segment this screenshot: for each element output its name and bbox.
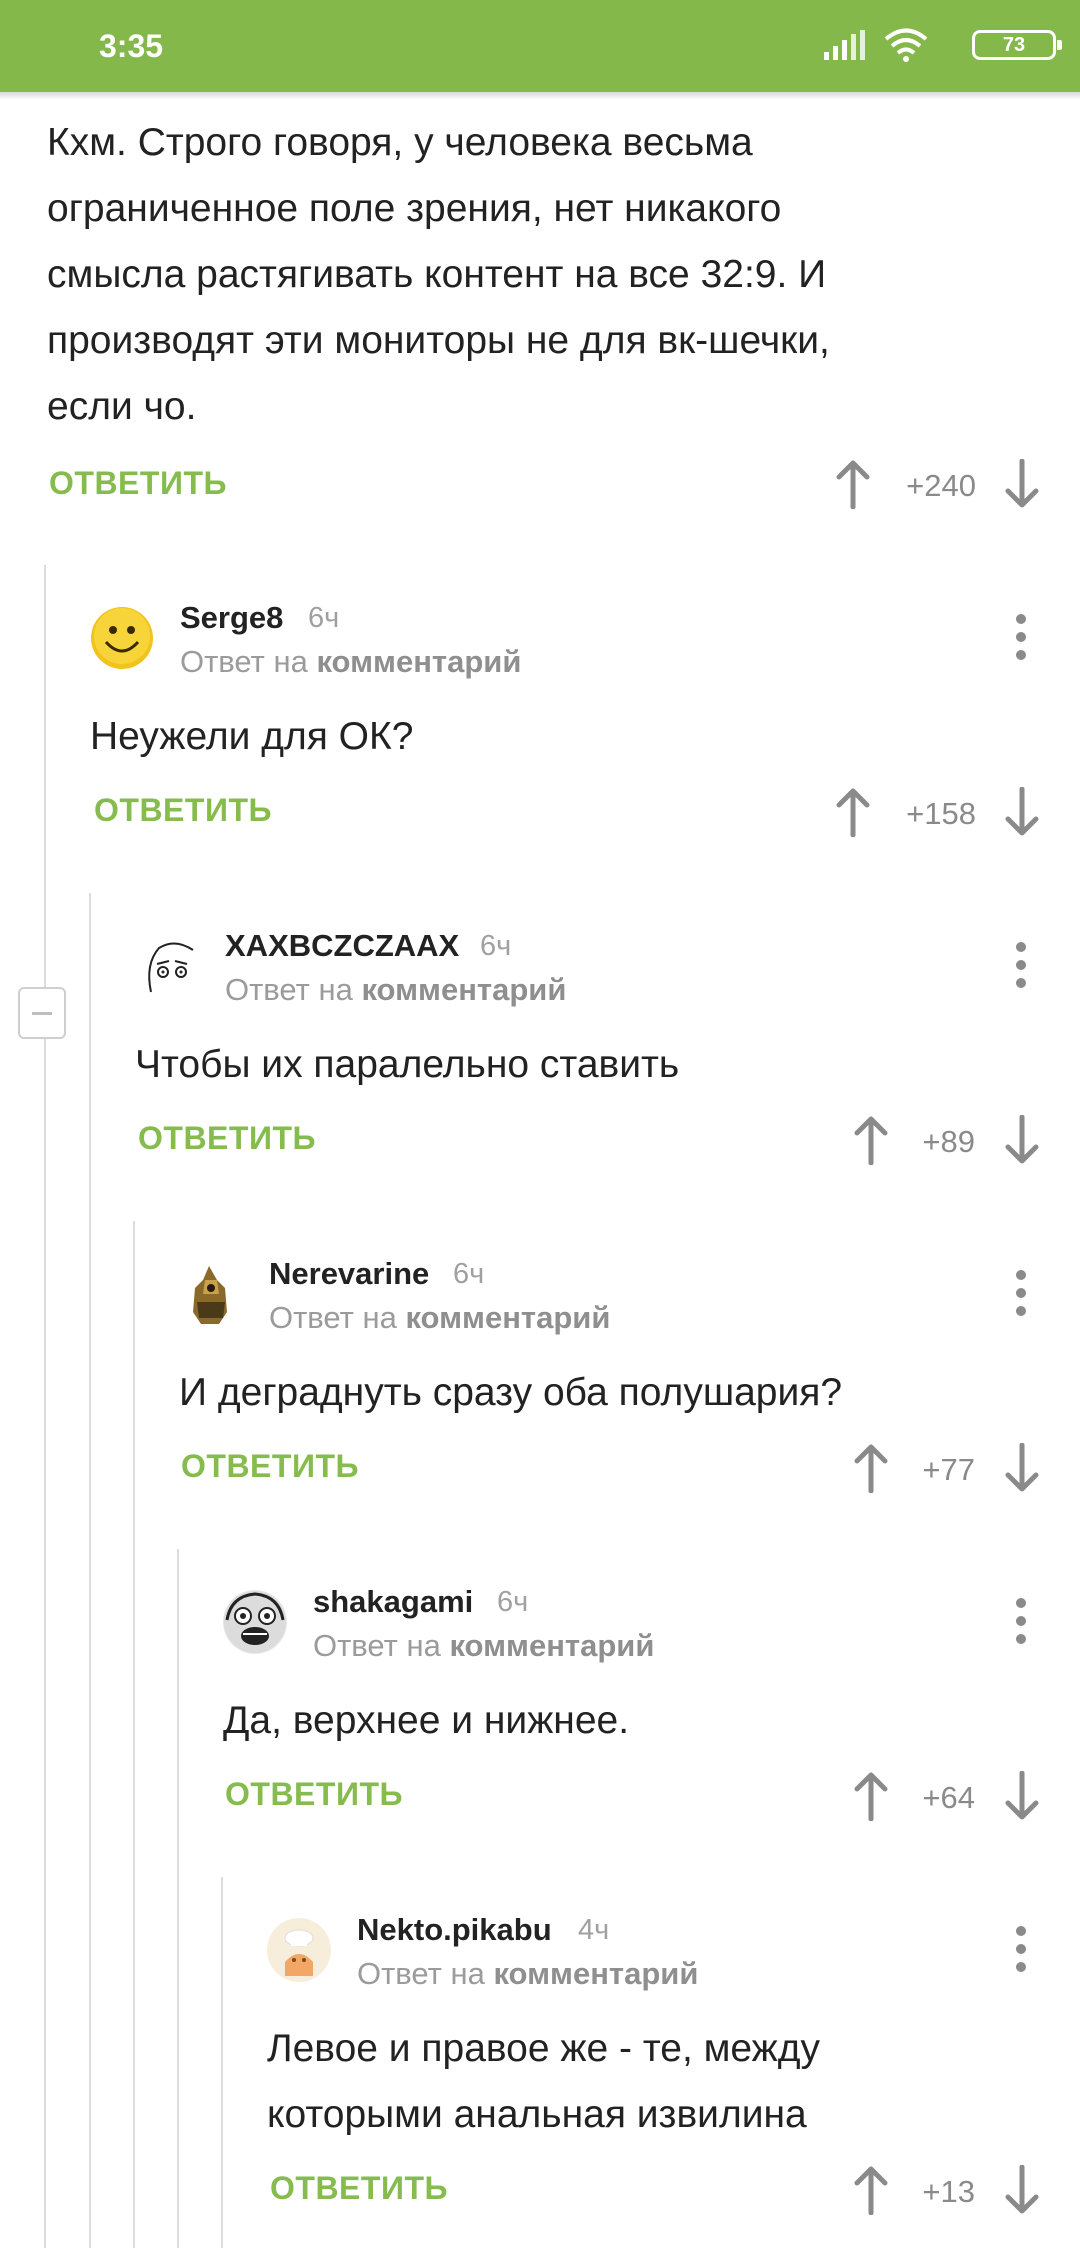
reply-button[interactable]: ОТВЕТИТЬ [138,1120,316,1157]
sketch-face-avatar[interactable] [135,934,199,998]
rating-count: +64 [922,1780,975,1815]
chef-avatar[interactable] [267,1918,331,1982]
thread-line [177,1549,179,2248]
username[interactable]: Nerevarine [269,1256,429,1292]
reply-prefix: Ответ на [269,1300,397,1335]
comment-text-line: И деградн­уть сразу оба полушария? [179,1371,843,1414]
status-bar: 3:35 73 [0,0,1080,92]
username[interactable]: Nekto.pikabu [357,1912,552,1948]
root-text-line: производят эти мониторы не для вк-шечки, [47,319,830,362]
downvote-icon[interactable] [1002,2165,1042,2215]
rating-count: +158 [906,796,976,831]
comment-time: 6ч [308,602,340,634]
downvote-icon[interactable] [1002,1443,1042,1493]
comment-text: Неужели для ОК? [90,704,413,770]
comment-text-line: Неужели для ОК? [90,715,414,758]
comment-text: Левое и правое же - те, между которыми а… [267,2016,820,2148]
collapse-thread-button[interactable] [18,987,66,1039]
reply-button[interactable]: ОТВЕТИТЬ [225,1776,403,1813]
comment-text-line: Левое и правое же - те, между [267,2027,821,2070]
armored-figure-avatar[interactable] [179,1262,243,1326]
comment-time: 4ч [578,1914,610,1946]
reply-button[interactable]: ОТВЕТИТЬ [94,792,272,829]
reply-button[interactable]: ОТВЕТИТЬ [270,2170,448,2207]
status-bar-shadow [0,92,1080,100]
comment: Nerevarine 6ч Ответ на комментарий И дег… [179,1256,1080,1522]
reply-button[interactable]: ОТВЕТИТЬ [49,465,227,502]
comment-text: Чтобы их паралельно ставить [135,1032,679,1098]
comment: Nekto.pikabu 4ч Ответ на комментарий Лев… [267,1912,1080,2238]
meme-face-avatar[interactable] [223,1590,287,1654]
rating-count: +77 [922,1452,975,1487]
root-text-line: Кхм. Строго говоря, у человека весьма [47,121,753,164]
thread-line [133,1221,135,2248]
more-options-icon[interactable] [1016,1598,1026,1644]
comment-text-line: Чтобы их паралельно ставить [135,1043,680,1086]
more-options-icon[interactable] [1016,1926,1026,1972]
reply-to-label: Ответ на комментарий [269,1300,610,1336]
comment: XAXBCZCZAAX 6ч Ответ на комментарий Чтоб… [135,928,1080,1194]
comment: shakagami 6ч Ответ на комментарий Да, ве… [223,1584,1080,1850]
thread-line [44,565,46,2248]
root-text-line: смысла растягивать контент на все 32:9. … [47,253,827,296]
upvote-icon[interactable] [833,459,873,509]
status-time: 3:35 [99,28,164,64]
comment-time: 6ч [497,1586,529,1618]
comment-time: 6ч [480,930,512,962]
reply-target-link[interactable]: комментарий [449,1628,654,1663]
username[interactable]: Serge8 [180,600,283,636]
more-options-icon[interactable] [1016,614,1026,660]
comment: Serge8 6ч Ответ на комментарий Неужели д… [90,600,1080,866]
username[interactable]: XAXBCZCZAAX [225,928,459,964]
comment-text: Да, верхнее и нижнее. [223,1688,629,1754]
battery-level: 73 [1002,34,1026,56]
rating-count: +13 [922,2174,975,2209]
thread-line [89,893,91,2248]
more-options-icon[interactable] [1016,942,1026,988]
smiley-avatar[interactable] [90,606,154,670]
comment-text: И деградн­уть сразу оба полушария? [179,1360,842,1426]
reply-prefix: Ответ на [225,972,353,1007]
reply-target-link[interactable]: комментарий [493,1956,698,1991]
rating-count: +89 [922,1124,975,1159]
comment-time: 6ч [453,1258,485,1290]
reply-prefix: Ответ на [180,644,308,679]
reply-to-label: Ответ на комментарий [180,644,521,680]
reply-button[interactable]: ОТВЕТИТЬ [181,1448,359,1485]
battery-icon: 73 [972,30,1062,60]
username[interactable]: shakagami [313,1584,473,1620]
reply-to-label: Ответ на комментарий [357,1956,698,1992]
rating-count: +240 [906,468,976,503]
thread-line [221,1877,223,2248]
root-comment-text: Кхм. Строго говоря, у человека весьма ог… [47,110,830,440]
reply-prefix: Ответ на [313,1628,441,1663]
more-options-icon[interactable] [1016,1270,1026,1316]
downvote-icon[interactable] [1002,787,1042,837]
reply-target-link[interactable]: комментарий [405,1300,610,1335]
comment-text-line: Да, верхнее и нижнее. [223,1699,630,1742]
upvote-icon[interactable] [833,787,873,837]
signal-icon [824,30,865,60]
wifi-icon [884,28,928,62]
reply-target-link[interactable]: комментарий [361,972,566,1007]
reply-target-link[interactable]: комментарий [316,644,521,679]
downvote-icon[interactable] [1002,1115,1042,1165]
downvote-icon[interactable] [1002,459,1042,509]
comment-text-line: которыми анальная извилина [267,2093,807,2136]
root-text-line: ограниченное поле зрения, нет никакого [47,187,782,230]
reply-to-label: Ответ на комментарий [225,972,566,1008]
root-text-line: если чо. [47,385,197,428]
reply-prefix: Ответ на [357,1956,485,1991]
downvote-icon[interactable] [1002,1771,1042,1821]
reply-to-label: Ответ на комментарий [313,1628,654,1664]
